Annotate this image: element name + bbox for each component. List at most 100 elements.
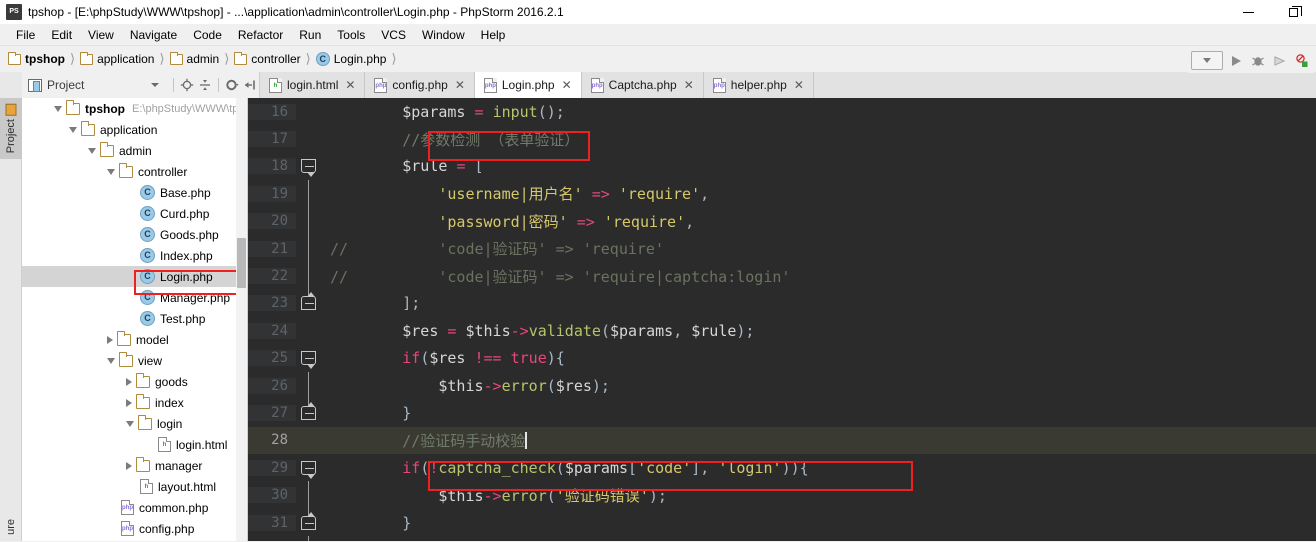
tree-item-common-php[interactable]: php common.php <box>22 497 247 518</box>
breadcrumb-item-login-php[interactable]: C Login.php <box>315 52 386 66</box>
chevron-right-icon[interactable] <box>126 398 132 407</box>
breadcrumb-item-controller[interactable]: controller <box>234 51 301 66</box>
tree-item-config-php[interactable]: php config.php <box>22 518 247 539</box>
tree-item-login-html[interactable]: h login.html <box>22 434 247 455</box>
tree-scrollbar[interactable] <box>236 98 247 541</box>
fold-gutter[interactable] <box>296 371 322 400</box>
tree-item-index-php[interactable]: C Index.php <box>22 245 247 266</box>
chevron-down-icon[interactable] <box>126 420 134 427</box>
tree-item-login[interactable]: login <box>22 413 247 434</box>
tree-item-application[interactable]: application <box>22 119 247 140</box>
tree-item-index[interactable]: index <box>22 392 247 413</box>
editor-tab-label: login.html <box>287 78 339 92</box>
fold-gutter[interactable] <box>296 536 322 541</box>
menu-item-edit[interactable]: Edit <box>43 26 80 44</box>
fold-gutter[interactable] <box>296 234 322 263</box>
fold-gutter[interactable] <box>296 508 322 537</box>
tree-item-layout-html[interactable]: h layout.html <box>22 476 247 497</box>
menu-item-run[interactable]: Run <box>291 26 329 44</box>
inspect-icon[interactable] <box>1293 52 1311 70</box>
tree-item-admin[interactable]: admin <box>22 140 247 161</box>
tree-item-controller[interactable]: controller <box>22 161 247 182</box>
fold-marker-icon[interactable] <box>301 351 316 370</box>
code-editor[interactable]: 16 $params = input(); 17 //参数检测 （表单验证） 1… <box>248 98 1316 541</box>
chevron-down-icon[interactable] <box>69 126 77 133</box>
tree-item-tpshop[interactable]: tpshop E:\phpStudy\WWW\tps <box>22 98 247 119</box>
fold-marker-icon[interactable] <box>301 292 316 311</box>
tool-tab-structure[interactable]: ure <box>0 513 22 541</box>
tree-item-base-php[interactable]: C Base.php <box>22 182 247 203</box>
chevron-right-icon[interactable] <box>126 377 132 386</box>
fold-marker-icon[interactable] <box>301 159 316 178</box>
fold-gutter[interactable] <box>296 152 322 181</box>
tool-tab-project[interactable]: Project <box>0 98 22 160</box>
tree-item-goods[interactable]: goods <box>22 371 247 392</box>
fold-gutter[interactable] <box>296 344 322 372</box>
chevron-down-icon[interactable] <box>88 147 96 154</box>
editor-tab-login-php[interactable]: php Login.php ✕ <box>474 72 582 98</box>
chevron-down-icon[interactable] <box>107 168 115 175</box>
fold-gutter[interactable] <box>296 481 322 509</box>
breadcrumb-item-admin[interactable]: admin <box>169 51 219 66</box>
run-config-dropdown[interactable] <box>1191 51 1223 70</box>
breadcrumb-item-application[interactable]: application <box>80 51 154 66</box>
close-icon[interactable]: ✕ <box>345 78 355 92</box>
menu-item-navigate[interactable]: Navigate <box>122 26 185 44</box>
collapse-all-icon[interactable] <box>196 76 214 94</box>
breadcrumb-item-tpshop[interactable]: tpshop <box>8 51 65 66</box>
chevron-down-icon[interactable] <box>151 83 159 87</box>
tree-item-manager-php[interactable]: C Manager.php <box>22 287 247 308</box>
menu-item-window[interactable]: Window <box>414 26 473 44</box>
coverage-icon[interactable] <box>1271 52 1289 70</box>
fold-marker-icon[interactable] <box>301 511 316 530</box>
menu-item-help[interactable]: Help <box>473 26 514 44</box>
editor-tab-helper-php[interactable]: php helper.php ✕ <box>703 72 814 98</box>
tree-item-view[interactable]: view <box>22 350 247 371</box>
fold-gutter[interactable] <box>296 262 322 290</box>
chevron-down-icon[interactable] <box>107 357 115 364</box>
fold-gutter[interactable] <box>296 317 322 345</box>
fold-gutter[interactable] <box>296 125 322 153</box>
chevron-right-icon[interactable] <box>107 335 113 344</box>
chevron-right-icon[interactable] <box>126 461 132 470</box>
debug-icon[interactable] <box>1249 52 1267 70</box>
menu-item-refactor[interactable]: Refactor <box>230 26 291 44</box>
folder-icon <box>118 163 133 178</box>
project-view-selector[interactable]: Project <box>22 72 260 98</box>
close-icon[interactable]: ✕ <box>684 78 694 92</box>
fold-gutter[interactable] <box>296 399 322 427</box>
hide-panel-icon[interactable] <box>241 76 259 94</box>
menu-item-vcs[interactable]: VCS <box>373 26 414 44</box>
editor-tab-config-php[interactable]: php config.php ✕ <box>365 72 475 98</box>
tree-scrollbar-thumb[interactable] <box>237 238 246 288</box>
menu-item-code[interactable]: Code <box>185 26 230 44</box>
locate-icon[interactable] <box>178 76 196 94</box>
fold-gutter[interactable] <box>296 426 322 455</box>
tree-item-test-php[interactable]: C Test.php <box>22 308 247 329</box>
editor-tab-login-html[interactable]: h login.html ✕ <box>260 72 366 98</box>
fold-gutter[interactable] <box>296 180 322 208</box>
tree-item-model[interactable]: model <box>22 329 247 350</box>
close-icon[interactable]: ✕ <box>455 78 465 92</box>
fold-gutter[interactable] <box>296 454 322 482</box>
fold-marker-icon[interactable] <box>301 401 316 420</box>
tree-item-curd-php[interactable]: C Curd.php <box>22 203 247 224</box>
minimize-icon[interactable] <box>1226 0 1271 24</box>
fold-marker-icon[interactable] <box>301 460 316 479</box>
fold-gutter[interactable] <box>296 289 322 318</box>
close-icon[interactable]: ✕ <box>794 78 804 92</box>
editor-tab-captcha-php[interactable]: php Captcha.php ✕ <box>581 72 704 98</box>
menu-item-view[interactable]: View <box>80 26 122 44</box>
menu-item-tools[interactable]: Tools <box>329 26 373 44</box>
tree-item-manager[interactable]: manager <box>22 455 247 476</box>
tree-item-goods-php[interactable]: C Goods.php <box>22 224 247 245</box>
gear-icon[interactable] <box>223 76 241 94</box>
close-icon[interactable]: ✕ <box>562 78 572 92</box>
restore-icon[interactable] <box>1271 0 1316 24</box>
run-icon[interactable] <box>1227 52 1245 70</box>
tree-item-login-php[interactable]: C Login.php <box>22 266 247 287</box>
fold-gutter[interactable] <box>296 207 322 235</box>
menu-item-file[interactable]: File <box>8 26 43 44</box>
chevron-down-icon[interactable] <box>54 105 62 112</box>
fold-gutter[interactable] <box>296 98 322 126</box>
